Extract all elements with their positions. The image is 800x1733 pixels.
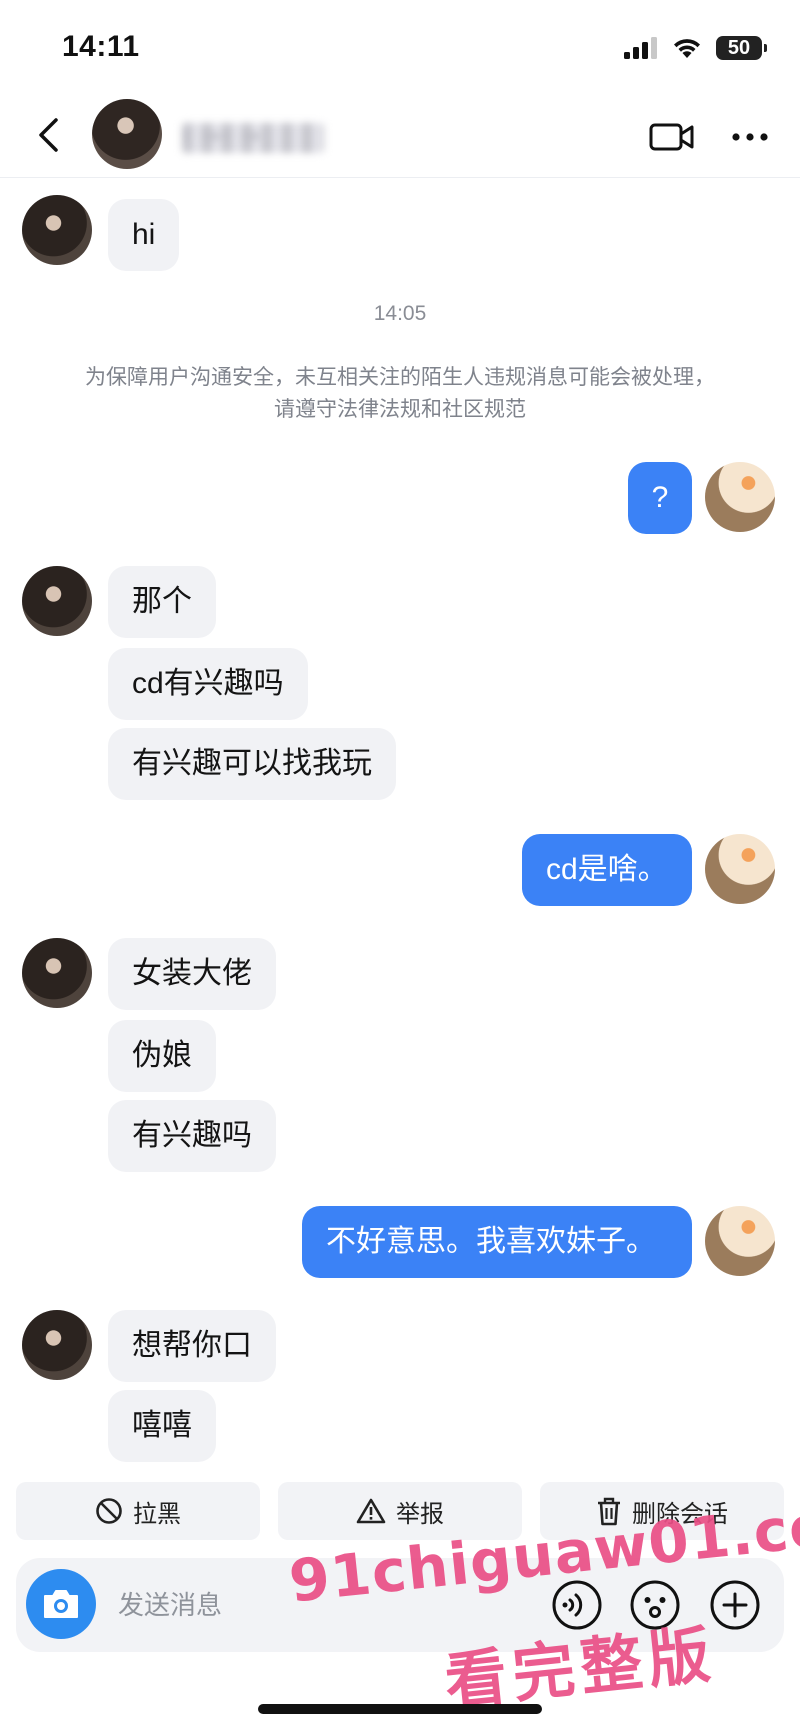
block-icon bbox=[96, 1498, 122, 1524]
contact-name[interactable]: • ••• •• bbox=[182, 123, 324, 153]
message-bubble-incoming[interactable]: hi bbox=[108, 199, 180, 271]
back-button[interactable] bbox=[26, 113, 70, 157]
contact-avatar-small[interactable] bbox=[22, 566, 92, 636]
battery-indicator: 50 bbox=[716, 36, 767, 60]
my-avatar[interactable] bbox=[705, 834, 775, 904]
more-options-button[interactable] bbox=[720, 115, 780, 159]
status-bar: 14:11 50 bbox=[0, 0, 800, 95]
more-dots-icon bbox=[732, 133, 768, 141]
message-bubble-incoming[interactable]: 想帮你口 bbox=[108, 1310, 276, 1382]
contact-avatar-small[interactable] bbox=[22, 195, 92, 265]
time-divider: 14:05 bbox=[373, 302, 427, 325]
message-bubble-incoming[interactable]: 伪娘 bbox=[108, 1020, 216, 1092]
block-label: 拉黑 bbox=[133, 1500, 181, 1528]
status-time: 14:11 bbox=[62, 30, 140, 63]
message-bubble-incoming[interactable]: 嘻嘻 bbox=[108, 1390, 216, 1462]
my-avatar[interactable] bbox=[705, 1206, 775, 1276]
message-bubble-outgoing[interactable]: cd是啥。 bbox=[522, 834, 692, 906]
camera-button[interactable] bbox=[26, 1569, 96, 1639]
message-bubble-incoming[interactable]: 有兴趣吗 bbox=[108, 1100, 276, 1172]
message-bubble-outgoing[interactable]: 不好意思。我喜欢妹子。 bbox=[302, 1206, 692, 1278]
contact-avatar[interactable] bbox=[92, 99, 162, 169]
cellular-signal-icon bbox=[624, 37, 657, 59]
add-attachment-button[interactable] bbox=[706, 1576, 764, 1634]
chevron-left-icon bbox=[39, 118, 58, 152]
message-bubble-incoming[interactable]: 那个 bbox=[108, 566, 216, 638]
contact-avatar-small[interactable] bbox=[22, 938, 92, 1008]
battery-level: 50 bbox=[727, 36, 751, 59]
video-camera-icon bbox=[649, 123, 694, 151]
chat-header: • ••• •• bbox=[0, 95, 800, 178]
plus-icon bbox=[710, 1580, 760, 1630]
my-avatar[interactable] bbox=[705, 462, 775, 532]
home-indicator bbox=[258, 1704, 542, 1714]
message-bubble-incoming[interactable]: cd有兴趣吗 bbox=[108, 648, 308, 720]
message-bubble-incoming[interactable]: 有兴趣可以找我玩 bbox=[108, 728, 396, 800]
contact-avatar-small[interactable] bbox=[22, 1310, 92, 1380]
warning-icon bbox=[356, 1498, 386, 1524]
report-label: 举报 bbox=[396, 1500, 444, 1528]
status-icons: 50 bbox=[624, 34, 767, 62]
message-bubble-incoming[interactable]: 女装大佬 bbox=[108, 938, 276, 1010]
wifi-icon bbox=[674, 39, 700, 58]
video-call-button[interactable] bbox=[648, 115, 696, 159]
system-notice: 为保障用户沟通安全，未互相关注的陌生人违规消息可能会被处理，请遵守法律法规和社区… bbox=[85, 366, 715, 421]
camera-icon bbox=[44, 1590, 78, 1618]
message-bubble-outgoing[interactable]: ? bbox=[628, 462, 692, 534]
block-button[interactable]: 拉黑 bbox=[16, 1482, 260, 1540]
